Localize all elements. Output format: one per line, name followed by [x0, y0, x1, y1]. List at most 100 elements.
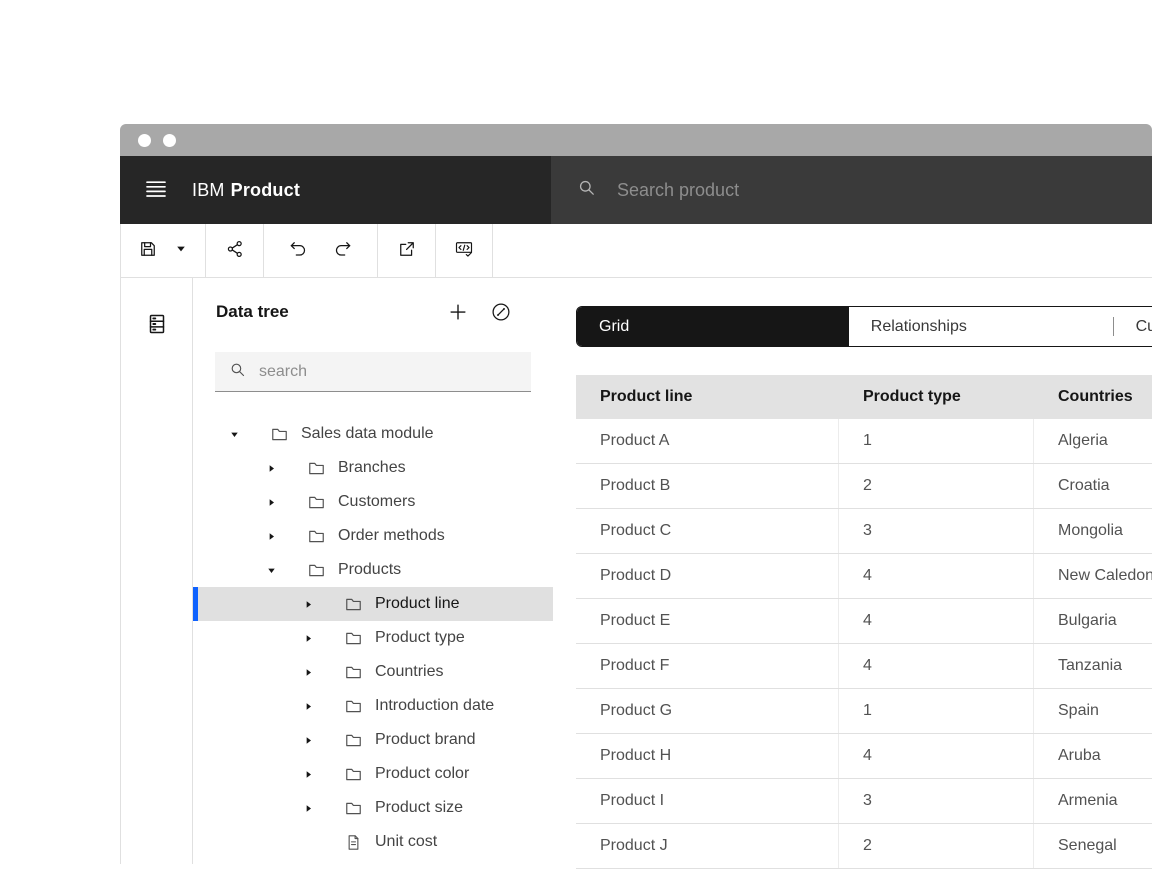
- tree-item-introduction-date[interactable]: Introduction date: [193, 689, 553, 723]
- tree-item-products[interactable]: Products: [193, 553, 553, 587]
- validate-code-button[interactable]: [454, 239, 474, 262]
- caret-right-icon[interactable]: [300, 633, 316, 644]
- table-cell: 4: [839, 734, 1034, 778]
- tree-item-countries[interactable]: Countries: [193, 655, 553, 689]
- caret-right-icon[interactable]: [263, 531, 279, 542]
- folder-icon: [343, 697, 363, 716]
- tree-item-label: Countries: [375, 663, 443, 681]
- folder-icon: [306, 561, 326, 580]
- toolbar-group: [378, 224, 436, 277]
- plus-icon: [447, 311, 469, 326]
- column-header[interactable]: Product type: [839, 375, 1034, 419]
- table-cell: Tanzania: [1034, 644, 1152, 688]
- caret-down-icon[interactable]: [263, 565, 279, 576]
- table-cell: 3: [839, 509, 1034, 553]
- table-row[interactable]: Product A1Algeria: [576, 419, 1152, 464]
- add-source-button[interactable]: [445, 300, 471, 326]
- caret-right-icon[interactable]: [263, 497, 279, 508]
- folder-icon: [343, 765, 363, 784]
- tree-item-label: Product size: [375, 799, 463, 817]
- app-title: IBM Product: [192, 156, 300, 224]
- column-header[interactable]: Countries: [1034, 375, 1152, 419]
- table-cell: Spain: [1034, 689, 1152, 733]
- caret-right-icon[interactable]: [300, 667, 316, 678]
- tree-item-product-line[interactable]: Product line: [193, 587, 553, 621]
- brand-prefix: IBM: [192, 180, 225, 201]
- table-row[interactable]: Product E4Bulgaria: [576, 599, 1152, 644]
- tree-item-unit-cost[interactable]: Unit cost: [193, 825, 553, 859]
- caret-right-icon[interactable]: [300, 735, 316, 746]
- tree-item-product-type[interactable]: Product type: [193, 621, 553, 655]
- caret-right-icon[interactable]: [300, 599, 316, 610]
- tab-relationships[interactable]: Relationships: [849, 307, 1113, 346]
- table-row[interactable]: Product D4New Caledonia: [576, 554, 1152, 599]
- table-row[interactable]: Product G1Spain: [576, 689, 1152, 734]
- table-row[interactable]: Product J2Senegal: [576, 824, 1152, 869]
- table-cell: Product F: [576, 644, 839, 688]
- save-options-button[interactable]: [174, 242, 188, 259]
- tree-search-input[interactable]: [259, 363, 531, 381]
- save-button[interactable]: [138, 239, 158, 262]
- header-search[interactable]: [551, 156, 1152, 224]
- window-control-dot[interactable]: [163, 134, 176, 147]
- share-button[interactable]: [225, 239, 245, 262]
- tree-item-label: Customers: [338, 493, 415, 511]
- tree-item-order-methods[interactable]: Order methods: [193, 519, 553, 553]
- tree-item-branches[interactable]: Branches: [193, 451, 553, 485]
- hamburger-menu-button[interactable]: [120, 156, 192, 224]
- table-cell: Croatia: [1034, 464, 1152, 508]
- caret-right-icon[interactable]: [300, 803, 316, 814]
- tree-item-label: Sales data module: [301, 425, 434, 443]
- toolbar-group: [264, 224, 378, 277]
- table-header-row: Product lineProduct typeCountries: [576, 375, 1152, 419]
- table-cell: Product A: [576, 419, 839, 463]
- explore-button[interactable]: [488, 300, 514, 326]
- caret-down-icon[interactable]: [226, 429, 242, 440]
- hamburger-icon: [143, 177, 169, 204]
- tree-item-product-size[interactable]: Product size: [193, 791, 553, 825]
- folder-icon: [306, 527, 326, 546]
- redo-icon: [333, 239, 353, 262]
- tree-search[interactable]: [215, 352, 531, 392]
- caret-right-icon[interactable]: [300, 701, 316, 712]
- tab-cu[interactable]: Cu: [1114, 307, 1152, 346]
- open-in-new-button[interactable]: [397, 239, 417, 262]
- tree-item-sales-data-module[interactable]: Sales data module: [193, 417, 553, 451]
- table-cell: 1: [839, 419, 1034, 463]
- column-header[interactable]: Product line: [576, 375, 839, 419]
- tab-grid[interactable]: Grid: [577, 307, 849, 346]
- tree-item-label: Product line: [375, 595, 460, 613]
- main-area: GridRelationshipsCu Product lineProduct …: [553, 278, 1152, 864]
- toolbar: [120, 224, 1152, 278]
- tree-item-product-brand[interactable]: Product brand: [193, 723, 553, 757]
- table-row[interactable]: Product I3Armenia: [576, 779, 1152, 824]
- caret-right-icon[interactable]: [300, 769, 316, 780]
- data-tree: Sales data module Branches Customers Order …: [193, 417, 553, 859]
- tree-item-customers[interactable]: Customers: [193, 485, 553, 519]
- app-header: IBM Product: [120, 156, 1152, 224]
- data-table-icon: [145, 324, 169, 339]
- caret-right-icon[interactable]: [263, 463, 279, 474]
- rail-item-data-tables[interactable]: [144, 312, 170, 338]
- window-titlebar[interactable]: [120, 124, 1152, 156]
- content-area: Data tree Sales data moduleBranchesCusto…: [120, 278, 1152, 864]
- table-row[interactable]: Product H4Aruba: [576, 734, 1152, 779]
- table-row[interactable]: Product F4Tanzania: [576, 644, 1152, 689]
- table-cell: Mongolia: [1034, 509, 1152, 553]
- tree-item-product-color[interactable]: Product color: [193, 757, 553, 791]
- table-cell: 2: [839, 464, 1034, 508]
- table-cell: 4: [839, 644, 1034, 688]
- table-cell: Product B: [576, 464, 839, 508]
- table-row[interactable]: Product C3Mongolia: [576, 509, 1152, 554]
- undo-icon: [288, 239, 308, 262]
- header-search-input[interactable]: [617, 180, 1152, 201]
- redo-button[interactable]: [333, 239, 353, 262]
- table-cell: New Caledonia: [1034, 554, 1152, 598]
- table-cell: Armenia: [1034, 779, 1152, 823]
- undo-button[interactable]: [288, 239, 308, 262]
- table-row[interactable]: Product B2Croatia: [576, 464, 1152, 509]
- toolbar-group: [121, 224, 206, 277]
- window-control-dot[interactable]: [138, 134, 151, 147]
- table-cell: Aruba: [1034, 734, 1152, 778]
- caret-down-icon: [174, 242, 188, 259]
